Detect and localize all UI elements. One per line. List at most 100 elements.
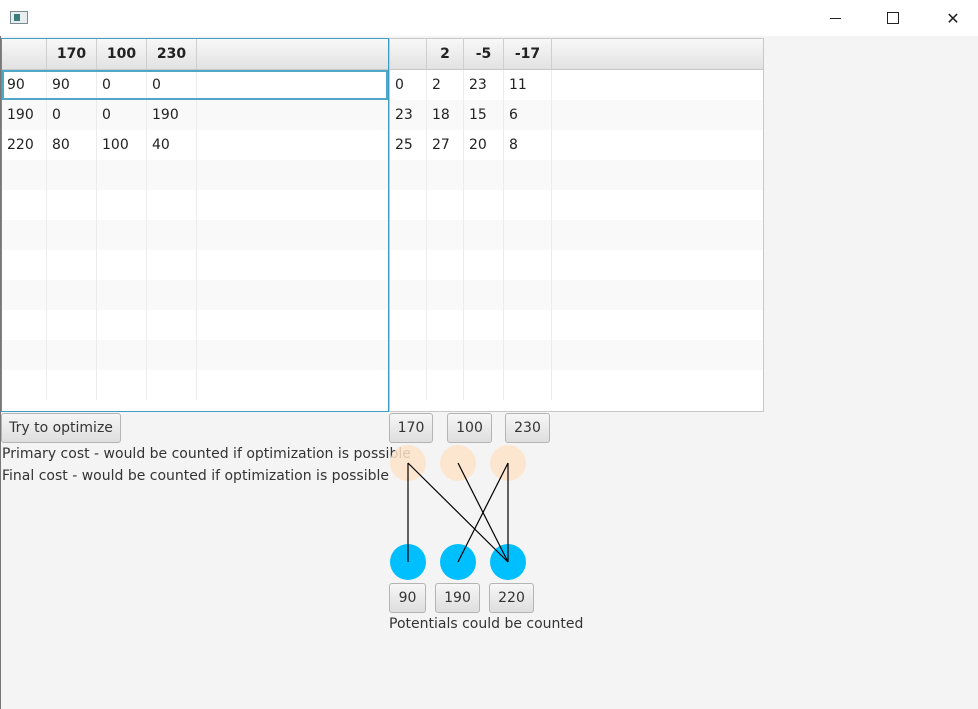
header-cell[interactable]: 2 (427, 39, 464, 69)
table-cell[interactable] (147, 190, 197, 220)
table-cell[interactable] (197, 70, 388, 100)
table-cell[interactable]: 100 (97, 130, 147, 160)
table-cell[interactable] (2, 340, 47, 370)
table-cell[interactable]: 23 (390, 100, 427, 130)
header-cell[interactable]: -17 (504, 39, 552, 69)
table-cell[interactable]: 15 (464, 100, 504, 130)
table-cell[interactable] (2, 160, 47, 190)
table-row[interactable] (2, 190, 388, 220)
table-row[interactable]: 220 80 100 40 (2, 130, 388, 160)
table-cell[interactable]: 0 (147, 70, 197, 100)
table-cell[interactable] (390, 220, 427, 250)
table-cell[interactable] (504, 220, 552, 250)
table-cell[interactable] (390, 370, 427, 400)
header-cell[interactable]: 100 (97, 39, 147, 69)
table-cell[interactable]: 2 (427, 70, 464, 100)
try-optimize-button[interactable]: Try to optimize (1, 413, 121, 443)
table-cell[interactable] (47, 220, 97, 250)
minimize-button[interactable] (812, 0, 858, 36)
table-cell[interactable] (552, 130, 763, 160)
header-cell[interactable]: -5 (464, 39, 504, 69)
table-cell[interactable] (427, 340, 464, 370)
table-cell[interactable] (97, 220, 147, 250)
table-cell[interactable] (552, 220, 763, 250)
table-cell[interactable] (552, 340, 763, 370)
table-cell[interactable]: 0 (97, 100, 147, 130)
table-row[interactable] (2, 280, 388, 310)
table-cell[interactable] (47, 160, 97, 190)
table-cell[interactable] (47, 310, 97, 340)
cost-table[interactable]: 2 -5 -17 0 2 23 11 23 18 15 6 25 27 20 8 (389, 38, 764, 412)
table-cell[interactable]: 11 (504, 70, 552, 100)
table-cell[interactable] (464, 190, 504, 220)
table-cell[interactable] (97, 160, 147, 190)
table-row[interactable] (390, 190, 763, 220)
table-cell[interactable] (2, 310, 47, 340)
table-row[interactable] (2, 160, 388, 190)
table-row[interactable] (390, 280, 763, 310)
table-cell[interactable] (464, 250, 504, 280)
table-cell[interactable] (464, 160, 504, 190)
table-cell[interactable] (552, 250, 763, 280)
table-cell[interactable]: 80 (47, 130, 97, 160)
demand-button[interactable]: 90 (389, 583, 426, 613)
table-cell[interactable] (504, 160, 552, 190)
table-cell[interactable] (2, 280, 47, 310)
table-cell[interactable] (427, 250, 464, 280)
table-cell[interactable]: 0 (390, 70, 427, 100)
header-cell[interactable] (552, 39, 763, 69)
table-cell[interactable] (147, 250, 197, 280)
header-cell[interactable]: 170 (47, 39, 97, 69)
table-cell[interactable]: 190 (147, 100, 197, 130)
table-cell[interactable]: 220 (2, 130, 47, 160)
table-cell[interactable] (97, 310, 147, 340)
table-cell[interactable] (427, 190, 464, 220)
header-cell[interactable] (197, 39, 388, 69)
table-row[interactable]: 190 0 0 190 (2, 100, 388, 130)
table-cell[interactable] (552, 100, 763, 130)
table-cell[interactable] (427, 160, 464, 190)
table-cell[interactable] (464, 340, 504, 370)
table-cell[interactable] (197, 190, 388, 220)
header-cell[interactable]: 230 (147, 39, 197, 69)
table-cell[interactable] (390, 160, 427, 190)
table-cell[interactable] (504, 340, 552, 370)
table-row[interactable] (2, 250, 388, 280)
table-cell[interactable] (504, 190, 552, 220)
table-cell[interactable] (47, 340, 97, 370)
table-cell[interactable] (390, 310, 427, 340)
table-cell[interactable] (504, 250, 552, 280)
table-row[interactable] (390, 370, 763, 400)
table-cell[interactable] (197, 160, 388, 190)
table-cell[interactable]: 27 (427, 130, 464, 160)
table-cell[interactable] (427, 370, 464, 400)
table-row[interactable] (2, 220, 388, 250)
table-cell[interactable]: 23 (464, 70, 504, 100)
table-cell[interactable] (197, 130, 388, 160)
table-row[interactable] (390, 220, 763, 250)
table-cell[interactable]: 18 (427, 100, 464, 130)
table-cell[interactable] (464, 220, 504, 250)
table-cell[interactable]: 6 (504, 100, 552, 130)
table-cell[interactable] (197, 100, 388, 130)
table-row[interactable] (2, 340, 388, 370)
table-cell[interactable] (2, 190, 47, 220)
table-cell[interactable] (197, 340, 388, 370)
table-cell[interactable] (97, 250, 147, 280)
table-cell[interactable] (552, 310, 763, 340)
table-cell[interactable] (427, 310, 464, 340)
maximize-button[interactable] (870, 0, 916, 36)
table-cell[interactable] (504, 280, 552, 310)
allocation-table[interactable]: 170 100 230 90 90 0 0 190 0 0 190 220 80 100 40 (1, 38, 389, 412)
table-cell[interactable] (427, 220, 464, 250)
table-cell[interactable] (197, 220, 388, 250)
table-cell[interactable]: 90 (2, 70, 47, 100)
table-cell[interactable] (390, 280, 427, 310)
table-cell[interactable] (147, 340, 197, 370)
supply-button[interactable]: 170 (389, 413, 433, 443)
table-cell[interactable] (197, 250, 388, 280)
table-cell[interactable] (552, 70, 763, 100)
table-cell[interactable] (147, 370, 197, 400)
table-cell[interactable]: 8 (504, 130, 552, 160)
table-cell[interactable] (464, 310, 504, 340)
